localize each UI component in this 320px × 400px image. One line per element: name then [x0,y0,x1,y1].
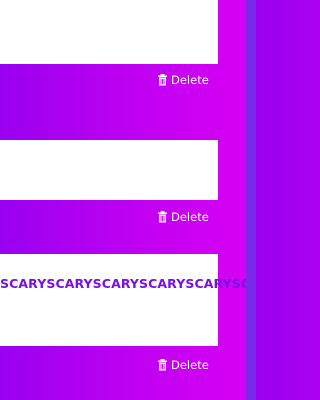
trash-icon [158,211,167,223]
trash-icon [158,74,167,86]
note-text: SCARYSCARYSCARYSCARYSCARYSCA [0,276,246,291]
delete-label: Delete [171,210,209,224]
note-card [0,140,218,200]
scrollbar-strip [246,0,256,400]
delete-label: Delete [171,358,209,372]
trash-icon [158,359,167,371]
note-card [0,0,218,64]
note-card: SCARYSCARYSCARYSCARYSCARYSCA [0,254,246,346]
delete-button[interactable]: Delete [157,358,209,372]
delete-button[interactable]: Delete [157,210,209,224]
delete-button[interactable]: Delete [157,73,209,87]
delete-label: Delete [171,73,209,87]
